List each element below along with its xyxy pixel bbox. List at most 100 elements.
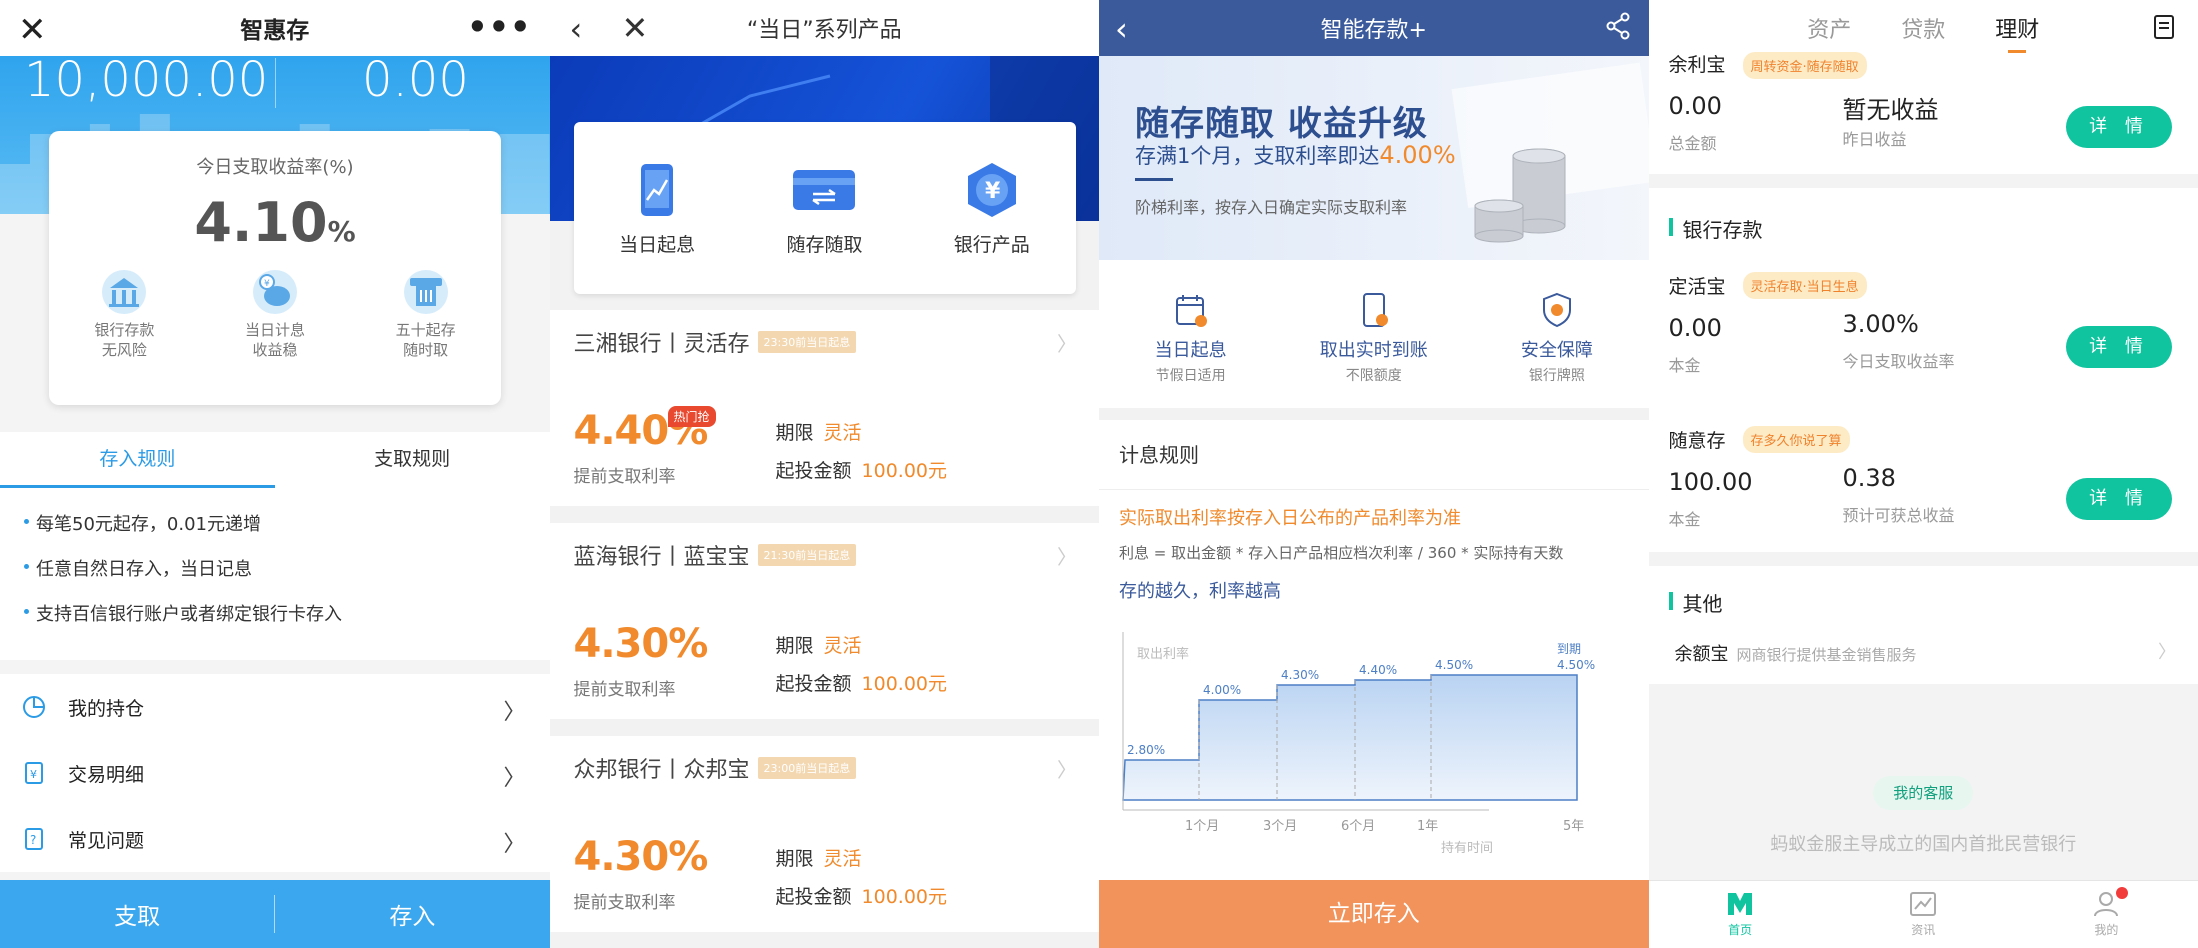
rate-value: 4.10%	[194, 191, 356, 254]
close-icon[interactable]: ✕	[622, 9, 649, 47]
product-card[interactable]: 众邦银行丨众邦宝 23:00前当日起息 〉 4.30% 提前支取利率 期限 灵活 起投…	[549, 736, 1099, 932]
menu-item-faq[interactable]: ? 常见问题〉	[0, 806, 550, 872]
back-icon[interactable]: ‹	[570, 10, 583, 48]
income-amount: 0.00	[362, 52, 469, 108]
product-name: 余利宝	[1668, 54, 1726, 76]
chevron-right-icon: 〉	[1057, 331, 1077, 356]
product-tag: 存多久你说了算	[1742, 426, 1850, 453]
page-title: 智惠存	[240, 18, 310, 44]
notification-dot	[2116, 887, 2129, 899]
document-icon[interactable]	[2152, 14, 2176, 44]
shield-icon	[1542, 292, 1571, 328]
slogan: 蚂蚁金服主导成立的国内首批民营银行	[1770, 834, 2077, 855]
yen-doc-icon: ¥	[20, 758, 50, 788]
nav-news[interactable]: 资讯	[1832, 881, 2015, 948]
tab-assets[interactable]: 资产	[1807, 12, 1851, 44]
feature-security: 安全保障 银行牌照	[1477, 290, 1637, 408]
data-label: 4.30%	[1281, 668, 1319, 682]
rule-item: 支持百信银行账户或者绑定银行卡存入	[24, 600, 550, 626]
category-flexible[interactable]: 随存随取	[754, 160, 894, 294]
min-amount-row: 起投金额 100.00元	[775, 673, 948, 695]
other-section: 其他	[1648, 566, 2198, 684]
tab-withdraw-rules[interactable]: 支取规则	[275, 432, 550, 488]
menu-list: 我的持仓〉 ¥ 交易明细〉 ? 常见问题〉	[0, 674, 550, 872]
tab-deposit-rules[interactable]: 存入规则	[0, 432, 275, 488]
product-name: 众邦银行丨众邦宝	[573, 758, 750, 783]
withdraw-button[interactable]: 支取	[0, 897, 274, 931]
question-icon: ?	[20, 824, 50, 854]
rules-list: 每笔50元起存，0.01元递增 任意自然日存入，当日记息 支持百信银行账户或者绑…	[0, 488, 550, 660]
deposit-button[interactable]: 存入	[275, 897, 549, 931]
principal: 100.00	[1668, 468, 1753, 496]
banner-note: 阶梯利率，按存入日确定实际支取利率	[1135, 198, 1408, 217]
wealth-screen: 资产 贷款 理财 余利宝 周转资金·随存随取 0.00 总金额 暂无收益 昨日收…	[1648, 0, 2198, 948]
product-row-yulibao: 余利宝 周转资金·随存随取 0.00 总金额 暂无收益 昨日收益 详 情	[1648, 52, 2198, 174]
svg-text:¥: ¥	[985, 179, 1001, 204]
customer-service-button[interactable]: 我的客服	[1873, 776, 1974, 810]
features-row: 当日起息 节假日适用 取出实时到账 不限额度 安全保障 银行牌照	[1099, 260, 1649, 408]
x-tick-label: 1年	[1417, 819, 1438, 834]
product-card[interactable]: 三湘银行丨灵活存 23:30前当日起息〉 4.40% 热门抢 提前支取利率 期限灵…	[549, 310, 1099, 506]
details-button[interactable]: 详 情	[2066, 106, 2172, 148]
mybank-logo-icon	[1728, 893, 1753, 915]
data-label: 4.40%	[1359, 663, 1397, 677]
term-row: 期限 灵活	[775, 422, 862, 444]
feature-same-day: 当日起息 节假日适用	[1111, 290, 1271, 408]
share-icon[interactable]	[1605, 12, 1631, 46]
nav-me[interactable]: 我的	[2015, 881, 2198, 948]
step-rate-chart: 取出利率持有时间 2.80% 4.00% 4.30% 4.40% 4.50% 4.50% 到期…	[1122, 632, 1595, 856]
principal-label: 本金	[1668, 356, 1701, 375]
product-name: 定活宝	[1668, 276, 1726, 298]
calendar-icon	[1175, 295, 1207, 327]
x-tick-label: 6个月	[1341, 819, 1375, 834]
rule-item: 每笔50元起存，0.01元递增	[24, 510, 550, 536]
svg-text:¥: ¥	[264, 279, 270, 289]
more-icon[interactable]: •••	[467, 8, 531, 46]
tab-loans[interactable]: 贷款	[1901, 12, 1945, 44]
category-same-day[interactable]: 当日起息	[587, 160, 727, 294]
x-tick-label: 1个月	[1185, 819, 1219, 834]
section-title: 计息规则	[1099, 420, 1649, 490]
total-amount: 0.00	[1668, 92, 1722, 120]
close-icon[interactable]: ✕	[18, 10, 47, 50]
rate-label: 提前支取利率	[573, 893, 676, 913]
piggy-bank-icon: ¥	[252, 270, 297, 314]
atm-icon	[403, 270, 448, 314]
details-button[interactable]: 详 情	[2066, 478, 2172, 520]
nav-home[interactable]: 首页	[1649, 881, 1832, 948]
section-title: 其他	[1668, 588, 1723, 617]
page-title: 智能存款+	[1320, 18, 1427, 43]
interest-rules: 计息规则 实际取出利率按存入日公布的产品利率为准 利息 = 取出金额 * 存入日…	[1099, 420, 1649, 880]
tab-wealth[interactable]: 理财	[1995, 12, 2039, 53]
principal: 0.00	[1668, 314, 1722, 342]
product-card[interactable]: 蓝海银行丨蓝宝宝 21:30前当日起息 〉 4.30% 提前支取利率 期限 灵活 起投…	[549, 523, 1099, 719]
product-rate: 4.30%	[573, 834, 709, 880]
divider	[1135, 178, 1173, 181]
phone-chart-icon	[641, 164, 674, 216]
chevron-right-icon: 〉	[1057, 757, 1077, 782]
top-tabs: 资产 贷款 理财	[1648, 0, 2198, 56]
total-amount: 10,000.00	[24, 52, 269, 108]
category-bank-products[interactable]: ¥ 银行产品	[922, 160, 1062, 294]
section-title: 银行存款	[1668, 214, 1763, 243]
product-rate: 4.30%	[573, 621, 709, 667]
rate-card: 今日支取收益率(%) 4.10% 银行存款 无风险 ¥ 当日计息 收益稳 五十起存随…	[49, 131, 501, 405]
menu-item-transactions[interactable]: ¥ 交易明细〉	[0, 740, 550, 806]
chevron-right-icon: 〉	[1057, 544, 1077, 569]
menu-item-holdings[interactable]: 我的持仓〉	[0, 674, 550, 740]
details-button[interactable]: 详 情	[2066, 326, 2172, 368]
yesterday-label: 昨日收益	[1842, 130, 1907, 149]
rule-item: 任意自然日存入，当日记息	[24, 555, 550, 581]
banner-headline: 随存随取 收益升级	[1135, 104, 1428, 144]
min-amount-row: 起投金额 100.00元	[775, 886, 948, 908]
divider	[275, 58, 276, 108]
back-icon[interactable]: ‹	[1115, 10, 1128, 48]
yuebao-row[interactable]: 余额宝 网商银行提供基金销售服务	[1675, 640, 1917, 666]
feature-daily-interest: ¥ 当日计息 收益稳	[215, 266, 335, 360]
x-axis-label: 持有时间	[1441, 841, 1493, 856]
svg-text:?: ?	[30, 833, 36, 847]
deposit-now-button[interactable]: 立即存入	[1099, 880, 1649, 948]
chevron-right-icon: 〉	[503, 700, 526, 725]
interest-formula: 利息 = 取出金额 * 存入日产品相应档次利率 / 360 * 实际持有天数	[1119, 544, 1564, 562]
data-label: 4.50%	[1435, 658, 1473, 672]
